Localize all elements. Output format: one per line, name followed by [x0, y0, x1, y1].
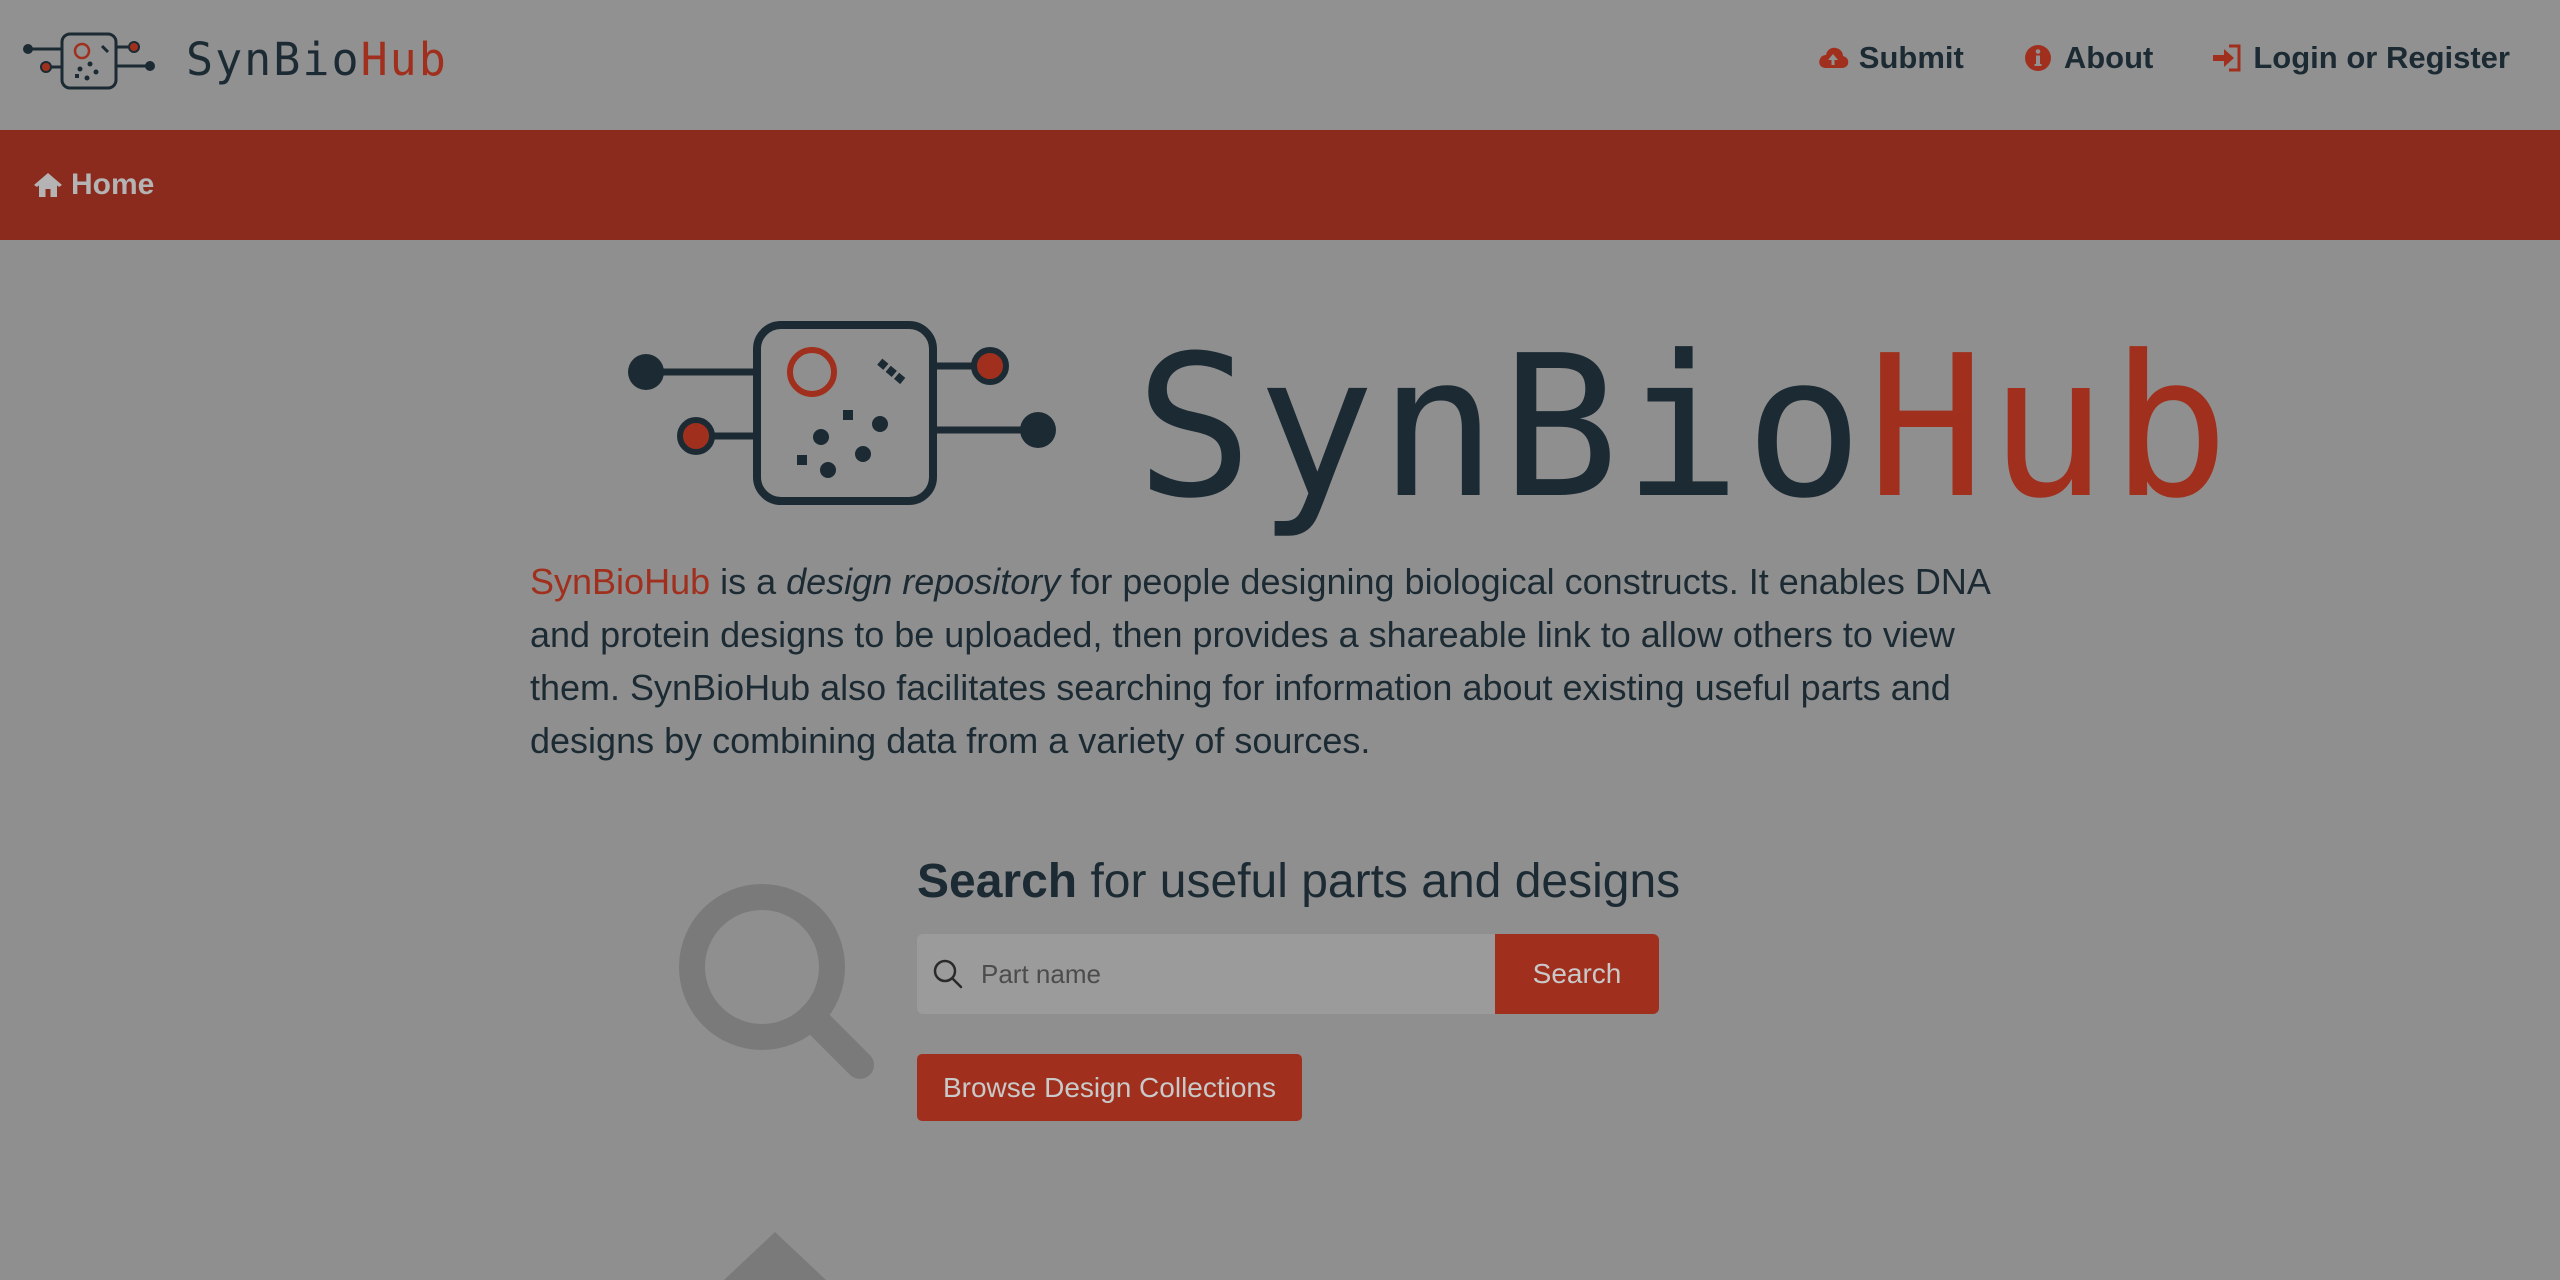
intro-text-1: is a	[710, 561, 787, 602]
hero-title: SynBioHub	[1135, 330, 2233, 526]
top-navbar: SynBioHub Submit About Login or Register	[0, 0, 2560, 130]
bottom-decoration-icon	[724, 1232, 826, 1280]
breadcrumb-home-link[interactable]: Home	[33, 130, 154, 240]
nav-login-register[interactable]: Login or Register	[2211, 40, 2510, 76]
hero-title-prefix: SynBio	[1135, 314, 1868, 542]
nav-about-label: About	[2063, 40, 2154, 75]
hero-logo-icon	[628, 321, 1056, 505]
search-icon	[933, 959, 963, 989]
cloud-upload-icon	[1819, 47, 1849, 68]
search-heading-rest: for useful parts and designs	[1077, 855, 1681, 908]
intro-brand: SynBioHub	[530, 561, 711, 602]
nav-submit-label: Submit	[1858, 40, 1964, 75]
search-box	[917, 934, 1495, 1014]
sign-in-icon	[2213, 44, 2241, 72]
browse-design-collections-button[interactable]: Browse Design Collections	[917, 1054, 1302, 1121]
search-heading: Search for useful parts and designs	[917, 852, 1680, 912]
brand-name: SynBioHub	[186, 37, 448, 82]
brand-name-suffix: Hub	[360, 32, 448, 86]
intro-emphasis: design repository	[786, 561, 1061, 602]
brand-name-prefix: SynBio	[186, 32, 361, 86]
info-circle-icon	[2024, 45, 2051, 71]
synbiohub-logo-icon	[23, 32, 155, 90]
main-nav: Submit About Login or Register	[1817, 28, 2510, 88]
brand-link[interactable]: SynBioHub	[20, 24, 448, 94]
search-input[interactable]	[979, 957, 1463, 991]
breadcrumb-bar: Home	[0, 130, 2560, 240]
nav-login-register-label: Login or Register	[2253, 40, 2510, 75]
home-icon	[34, 173, 62, 197]
breadcrumb-home-label: Home	[71, 168, 155, 201]
hero-title-suffix: Hub	[1867, 314, 2234, 542]
search-heading-bold: Search	[917, 855, 1078, 908]
search-decoration-icon	[679, 884, 874, 1079]
search-button[interactable]: Search	[1495, 934, 1659, 1014]
nav-about[interactable]: About	[2022, 40, 2154, 76]
intro-paragraph: SynBioHub is a design repository for peo…	[530, 555, 2030, 767]
nav-submit[interactable]: Submit	[1817, 40, 1964, 76]
